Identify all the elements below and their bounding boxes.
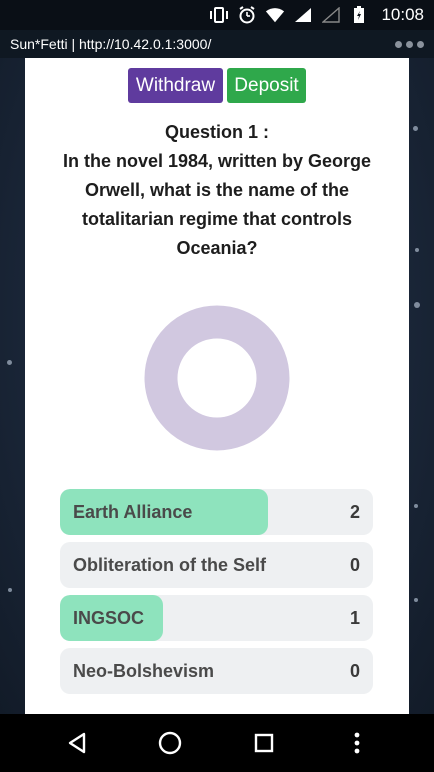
decorative-star — [414, 598, 418, 602]
signal-icon — [293, 6, 313, 24]
signal-empty-icon — [321, 6, 341, 24]
recents-icon[interactable] — [244, 723, 284, 763]
answer-count: 2 — [349, 501, 360, 522]
wifi-icon — [265, 6, 285, 24]
answer-option[interactable]: INGSOC 1 — [60, 595, 373, 641]
results-donut — [144, 305, 290, 451]
donut-ring — [144, 305, 290, 451]
browser-menu-icon[interactable] — [395, 40, 424, 48]
answer-list: Earth Alliance 2 Obliteration of the Sel… — [60, 489, 373, 701]
navigation-bar — [0, 714, 434, 772]
question-block: Question 1 : In the novel 1984, written … — [45, 118, 389, 263]
browser-url-title[interactable]: Sun*Fetti | http://10.42.0.1:3000/ — [10, 36, 211, 52]
more-icon[interactable] — [337, 723, 377, 763]
answer-label: Neo-Bolshevism — [73, 660, 215, 681]
question-heading: Question 1 : — [164, 122, 269, 142]
back-icon[interactable] — [57, 723, 97, 763]
decorative-star — [413, 126, 418, 131]
decorative-star — [415, 248, 419, 252]
answer-label: Obliteration of the Self — [73, 554, 267, 575]
status-time: 10:08 — [381, 5, 424, 24]
decorative-star — [7, 360, 12, 365]
quiz-card: Withdraw Deposit Question 1 : In the nov… — [25, 58, 409, 714]
answer-label: INGSOC — [73, 607, 145, 628]
answer-label: Earth Alliance — [73, 501, 193, 522]
answer-option[interactable]: Obliteration of the Self 0 — [60, 542, 373, 588]
decorative-star — [414, 302, 420, 308]
withdraw-button[interactable]: Withdraw — [128, 68, 223, 103]
decorative-star — [8, 588, 12, 592]
decorative-star — [414, 504, 418, 508]
deposit-button[interactable]: Deposit — [227, 68, 306, 103]
answer-count: 0 — [349, 660, 360, 681]
vibrate-icon — [209, 6, 229, 24]
battery-icon — [349, 6, 369, 24]
alarm-icon — [237, 6, 257, 24]
answer-count: 0 — [349, 554, 360, 575]
answer-option[interactable]: Neo-Bolshevism 0 — [60, 648, 373, 694]
status-bar: 10:08 — [0, 0, 434, 30]
action-buttons: Withdraw Deposit — [25, 68, 409, 103]
answer-option[interactable]: Earth Alliance 2 — [60, 489, 373, 535]
home-icon[interactable] — [150, 723, 190, 763]
browser-toolbar: Sun*Fetti | http://10.42.0.1:3000/ — [0, 30, 434, 58]
answer-count: 1 — [349, 607, 360, 628]
question-text: In the novel 1984, written by George Orw… — [62, 151, 372, 258]
donut-chart — [144, 305, 290, 451]
